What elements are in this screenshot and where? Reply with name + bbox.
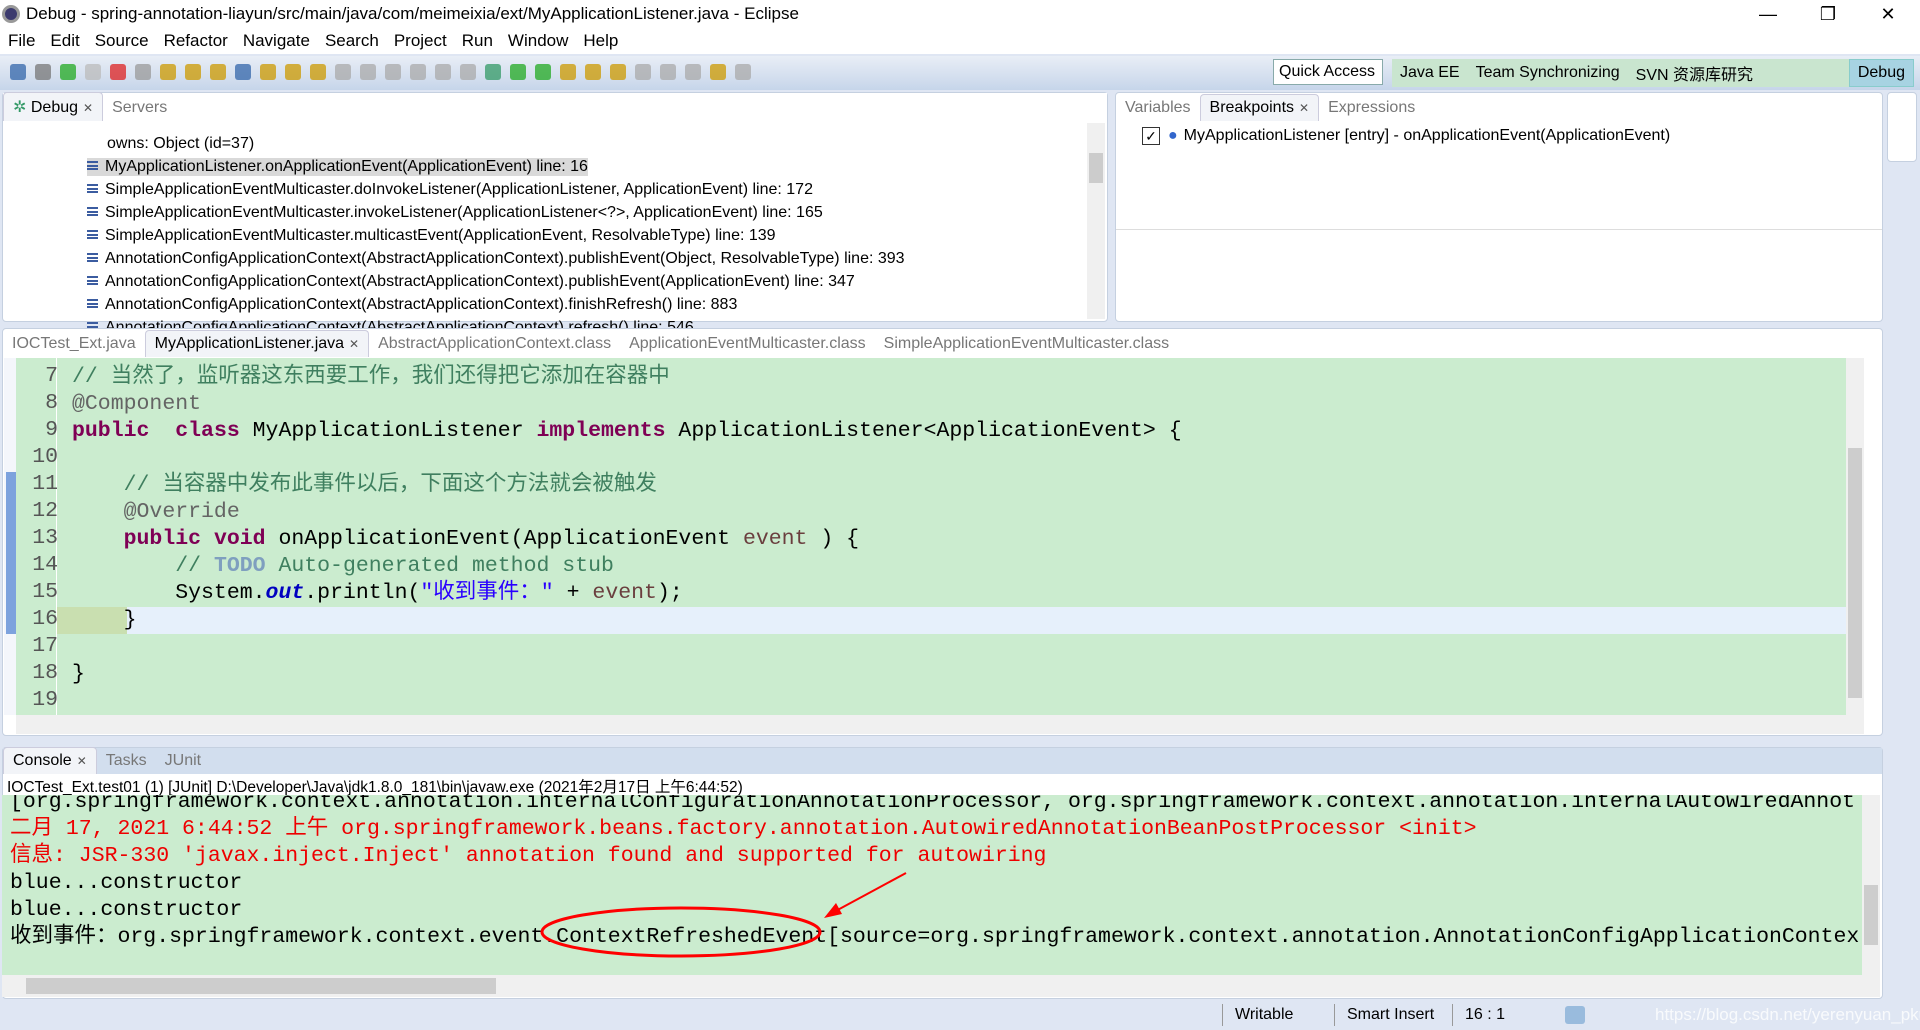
annotation-arrow [831, 872, 907, 914]
status-bar: Writable Smart Insert 16 : 1 https://blo… [0, 1000, 1920, 1030]
annotation-overlay [540, 872, 907, 958]
arrow-head [824, 903, 842, 918]
highlight-ellipse [540, 906, 822, 958]
status-cursor-position: 16 : 1 [1452, 1004, 1517, 1026]
watermark: https://blog.csdn.net/yerenyuan_pku [1655, 1005, 1920, 1024]
status-insert-mode: Smart Insert [1334, 1004, 1446, 1026]
status-writable: Writable [1222, 1004, 1305, 1026]
progress-icon[interactable] [1565, 1006, 1585, 1024]
